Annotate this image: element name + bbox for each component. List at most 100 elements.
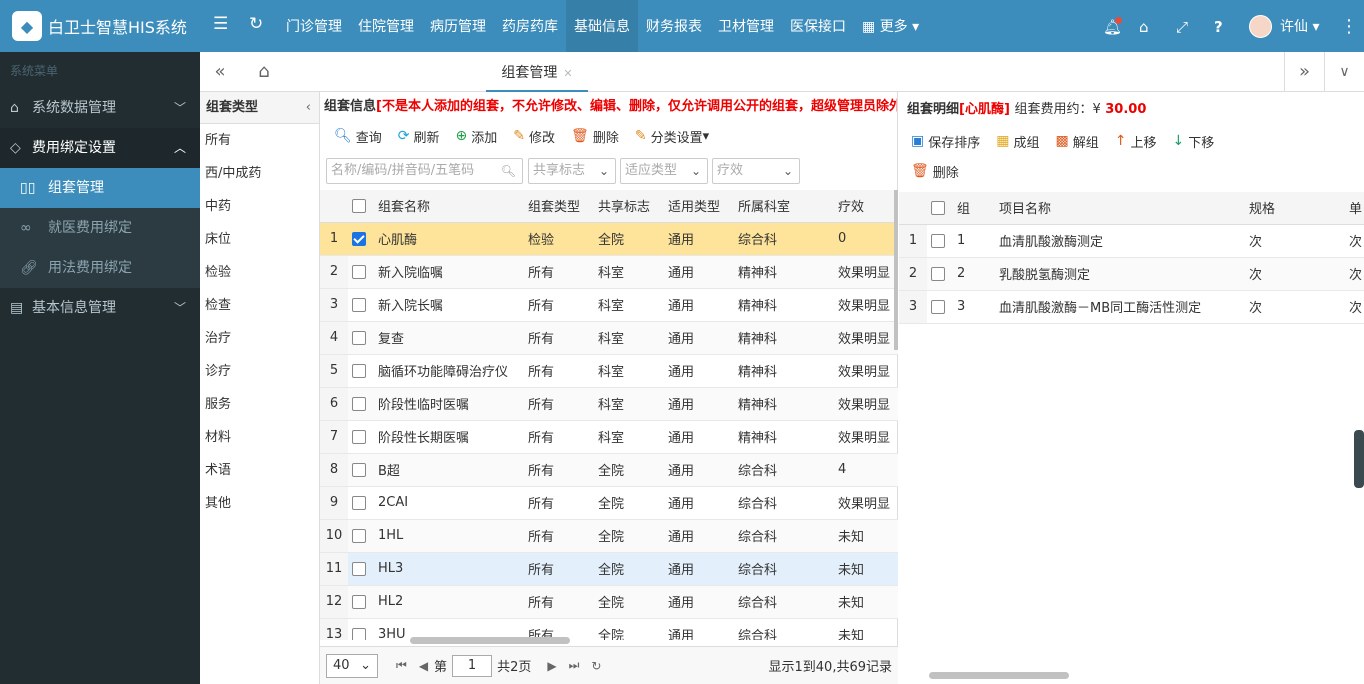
ungroup-button[interactable]: ▩ 解组 [1056,132,1099,151]
page-input[interactable]: 1 [452,654,493,677]
checkbox[interactable] [352,198,366,213]
next-page-icon[interactable]: ▶ [547,659,556,673]
table-row[interactable]: 11 HL3 所有 全院 通用 综合科 未知 [320,552,898,586]
table-row[interactable]: 13 3HU 所有 全院 通用 综合科 未知 [320,618,898,640]
category-item[interactable]: 检验 [200,256,319,289]
menu-toggle-icon[interactable]: ☰ [213,14,228,34]
edit-button[interactable]: ✎ 修改 [513,127,555,146]
category-item[interactable]: 所有 [200,124,319,157]
table-row[interactable]: 1 1 血清肌酸激酶测定次次 [899,224,1364,258]
sidebar-item-usage-fee[interactable]: 🔗︎ 用法费用绑定 [0,248,200,288]
col-header[interactable]: 组 [953,192,995,225]
nav-more[interactable]: ▦ 更多 ▾ [854,0,927,52]
fullscreen-icon[interactable]: ⤢ [1176,0,1188,52]
col-header[interactable]: 疗效 [834,190,898,223]
table-row[interactable]: 10 1HL 所有 全院 通用 综合科 未知 [320,519,898,553]
table-row[interactable]: 5 脑循环功能障碍治疗仪 所有 科室 通用 精神科 效果明显 [320,354,898,388]
category-item[interactable]: 检查 [200,289,319,322]
avatar[interactable] [1249,15,1272,38]
col-header[interactable]: 组套名称 [374,190,524,223]
delete-button[interactable]: 🗑︎ 删除 [571,127,619,146]
checkbox[interactable] [352,264,366,279]
col-header[interactable]: 规格 [1245,192,1345,225]
nav-basic-info[interactable]: 基础信息 [566,0,638,52]
type-select[interactable]: 适应类型 ⌄ [620,158,708,184]
home-tab-icon[interactable]: ⌂ [244,52,284,92]
nav-materials[interactable]: 卫材管理 [710,0,782,52]
sidebar-item-group-manage[interactable]: ▯▯ 组套管理 [0,168,200,208]
app-logo[interactable]: ◆ 白卫士智慧HIS系统 [0,0,200,52]
tab-group-manage[interactable]: 组套管理 ✕ [486,52,588,92]
sidebar-item-visit-fee[interactable]: ∞ 就医费用绑定 [0,208,200,248]
checkbox[interactable] [352,528,366,543]
nav-pharmacy[interactable]: 药房药库 [494,0,566,52]
nav-inpatient[interactable]: 住院管理 [350,0,422,52]
category-item[interactable]: 床位 [200,223,319,256]
checkbox[interactable] [352,231,366,246]
table-row[interactable]: 8 B超 所有 全院 通用 综合科 4 [320,453,898,487]
checkbox[interactable] [352,429,366,444]
make-group-button[interactable]: ▦ 成组 [996,132,1039,151]
nav-records[interactable]: 病历管理 [422,0,494,52]
move-up-button[interactable]: ↑ 上移 [1115,132,1157,151]
tag-icon[interactable]: ⌂ [1139,0,1149,52]
col-header[interactable]: 共享标志 [594,190,664,223]
refresh-button[interactable]: ⟳ 刷新 [398,127,440,146]
category-item[interactable]: 服务 [200,388,319,421]
first-page-icon[interactable]: ⏮︎ [396,658,407,673]
refresh-icon[interactable]: ↻ [249,14,263,34]
query-button[interactable]: 🔍︎ 查询 [334,127,382,146]
nav-finance[interactable]: 财务报表 [638,0,710,52]
checkbox[interactable] [931,233,945,248]
double-right-icon[interactable]: » [1284,52,1324,92]
horizontal-scrollbar[interactable] [410,637,570,644]
checkbox[interactable] [352,297,366,312]
collapse-left-icon[interactable]: ‹ [306,92,311,124]
page-size-select[interactable]: 40 ⌄ [326,653,378,678]
category-item[interactable]: 其他 [200,487,319,520]
bell-icon[interactable]: 🔔︎ [1103,0,1122,52]
checkbox[interactable] [352,330,366,345]
table-row[interactable]: 3 3 血清肌酸激酶－MB同工酶活性测定次次 [899,290,1364,324]
user-name[interactable]: 许仙 ▾ [1280,0,1319,52]
detail-delete-button[interactable]: 🗑︎ 删除 [911,162,959,181]
horizontal-scrollbar[interactable] [929,672,1069,679]
checkbox[interactable] [352,495,366,510]
checkbox[interactable] [352,462,366,477]
nav-insurance[interactable]: 医保接口 [782,0,854,52]
col-header[interactable]: 单 [1345,192,1364,225]
category-item[interactable]: 西/中成药 [200,157,319,190]
checkbox[interactable] [931,200,945,215]
search-input[interactable]: 名称/编码/拼音码/五笔码 🔍︎ [326,158,523,184]
header-checkbox[interactable] [927,192,953,225]
category-item[interactable]: 诊疗 [200,355,319,388]
table-row[interactable]: 7 阶段性长期医嘱 所有 科室 通用 精神科 效果明显 [320,420,898,454]
checkbox[interactable] [352,396,366,411]
effect-select[interactable]: 疗效 ⌄ [712,158,800,184]
category-settings-button[interactable]: ✎ 分类设置 ▾ [635,127,709,146]
prev-page-icon[interactable]: ◀ [419,659,428,673]
table-row[interactable]: 4 复查 所有 科室 通用 精神科 效果明显 [320,321,898,355]
checkbox[interactable] [352,627,366,640]
vertical-scrollbar[interactable] [894,190,898,350]
sidebar-item-system-data[interactable]: ⌂ 系统数据管理 ﹀ [0,88,200,128]
table-row[interactable]: 2 2 乳酸脱氢酶测定次次 [899,257,1364,291]
chevron-down-icon[interactable]: ∨ [1324,52,1364,92]
table-row[interactable]: 2 新入院临嘱 所有 科室 通用 精神科 效果明显 [320,255,898,289]
sidebar-item-basic-info[interactable]: ▤ 基本信息管理 ﹀ [0,288,200,328]
category-item[interactable]: 术语 [200,454,319,487]
category-item[interactable]: 中药 [200,190,319,223]
more-vertical-icon[interactable]: ⋮ [1340,0,1358,52]
table-row[interactable]: 9 2CAI 所有 全院 通用 综合科 效果明显 [320,486,898,520]
double-left-icon[interactable]: « [200,52,240,92]
reload-icon[interactable]: ↻ [591,659,601,673]
table-row[interactable]: 3 新入院长嘱 所有 科室 通用 精神科 效果明显 [320,288,898,322]
category-item[interactable]: 治疗 [200,322,319,355]
checkbox[interactable] [352,363,366,378]
col-header[interactable]: 项目名称 [995,192,1245,225]
share-select[interactable]: 共享标志 ⌄ [528,158,616,184]
table-row[interactable]: 6 阶段性临时医嘱 所有 科室 通用 精神科 效果明显 [320,387,898,421]
category-item[interactable]: 材料 [200,421,319,454]
close-icon[interactable]: ✕ [563,67,572,80]
col-header[interactable]: 所属科室 [734,190,834,223]
